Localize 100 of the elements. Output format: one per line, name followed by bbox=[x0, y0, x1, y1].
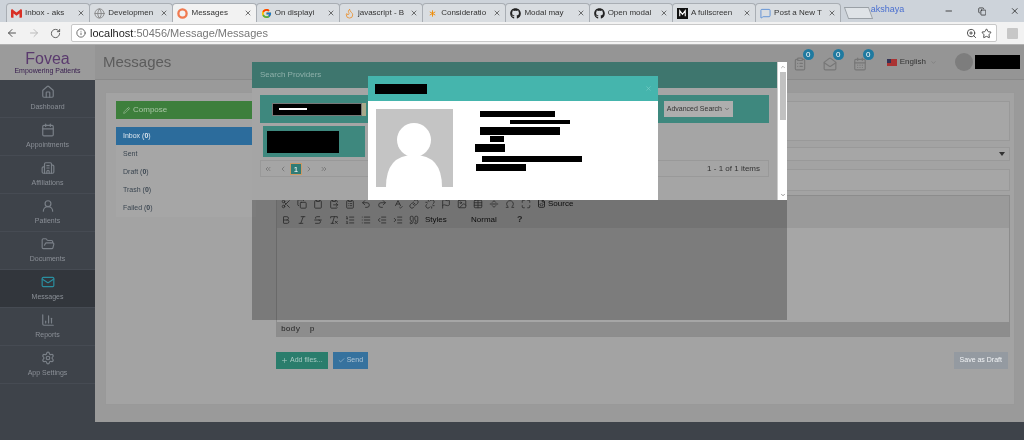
maximize-icon[interactable] bbox=[521, 198, 531, 209]
tab-title: Messages bbox=[191, 7, 228, 19]
undo-icon[interactable] bbox=[361, 198, 371, 209]
search-field[interactable] bbox=[272, 102, 362, 116]
copy-icon[interactable] bbox=[297, 198, 307, 209]
star-icon[interactable] bbox=[981, 27, 992, 39]
browser-tab[interactable]: Open modal bbox=[588, 3, 673, 22]
favicon-icon bbox=[676, 7, 688, 19]
horizontal-line-icon[interactable] bbox=[489, 198, 499, 209]
redo-icon[interactable] bbox=[377, 198, 387, 209]
close-icon[interactable] bbox=[243, 9, 252, 17]
scroll-down-icon[interactable] bbox=[779, 192, 786, 198]
browser-tab[interactable]: Post a New T bbox=[755, 3, 841, 22]
close-icon[interactable] bbox=[1010, 6, 1020, 16]
zoom-icon[interactable] bbox=[966, 27, 977, 39]
address-field[interactable]: localhost:50456/Message/Messages bbox=[71, 24, 997, 42]
link-icon[interactable] bbox=[409, 198, 419, 209]
count-badge: 0 bbox=[832, 49, 844, 60]
tab-title: Post a New T bbox=[774, 7, 822, 19]
bold-icon[interactable] bbox=[281, 214, 291, 225]
tab-title: Open modal bbox=[607, 7, 652, 19]
count-badge: 0 bbox=[862, 49, 874, 60]
favicon-icon bbox=[260, 7, 272, 19]
numbered-list-icon[interactable] bbox=[345, 214, 355, 225]
table-icon[interactable] bbox=[473, 198, 483, 209]
strikethrough-icon[interactable] bbox=[313, 214, 323, 225]
logo-name: Fovea bbox=[25, 50, 70, 67]
source-button[interactable]: Source bbox=[537, 197, 574, 210]
redaction-bar bbox=[510, 120, 570, 124]
browser-tab[interactable]: javascript - B bbox=[338, 3, 424, 22]
redaction-bar bbox=[475, 144, 505, 152]
calendar-icon bbox=[40, 122, 55, 137]
help-button[interactable]: ? bbox=[517, 212, 523, 227]
browser-tab[interactable]: On displayi bbox=[255, 3, 340, 22]
patients-icon bbox=[40, 198, 55, 213]
profile-name[interactable]: akshaya bbox=[870, 2, 905, 16]
restore-icon[interactable] bbox=[977, 7, 987, 16]
language-select[interactable]: English bbox=[899, 56, 926, 68]
tab-title: Modal may bbox=[524, 7, 564, 19]
image-icon[interactable] bbox=[457, 198, 467, 209]
spellcheck-icon[interactable] bbox=[393, 198, 403, 209]
italic-icon[interactable] bbox=[297, 214, 307, 225]
close-icon[interactable] bbox=[77, 9, 86, 17]
favicon-icon bbox=[760, 7, 772, 19]
redaction-bar bbox=[476, 164, 526, 171]
clear-format-icon[interactable] bbox=[329, 214, 339, 225]
favicon-icon bbox=[343, 7, 355, 19]
close-icon[interactable] bbox=[828, 9, 836, 17]
mail-icon bbox=[40, 274, 55, 289]
home-icon bbox=[40, 84, 55, 99]
tab-title: A fullscreen bbox=[690, 7, 733, 19]
favicon-icon bbox=[11, 7, 22, 19]
url-host: localhost bbox=[90, 25, 134, 41]
gear-icon bbox=[40, 350, 55, 365]
reload-icon[interactable] bbox=[50, 27, 61, 39]
close-icon[interactable] bbox=[160, 9, 169, 17]
favicon-icon bbox=[177, 7, 189, 19]
close-icon[interactable] bbox=[659, 9, 668, 17]
close-icon[interactable] bbox=[493, 9, 502, 17]
close-icon[interactable] bbox=[410, 9, 419, 17]
page-button[interactable]: 1 bbox=[290, 162, 302, 175]
browser-tab[interactable]: Consideratio bbox=[422, 3, 507, 22]
element-path: body p bbox=[281, 323, 315, 335]
flag-icon[interactable] bbox=[441, 198, 451, 209]
chart-icon bbox=[40, 312, 55, 327]
paste-word-icon[interactable] bbox=[345, 198, 355, 209]
calendar-icon bbox=[852, 57, 867, 71]
indent-icon[interactable] bbox=[393, 214, 403, 225]
tab-title: Consideratio bbox=[441, 7, 487, 19]
modal-title: Search Providers bbox=[260, 69, 322, 81]
close-icon[interactable] bbox=[576, 9, 585, 17]
favicon-icon bbox=[593, 7, 605, 19]
styles-select[interactable]: Styles bbox=[425, 213, 465, 226]
back-icon[interactable] bbox=[6, 27, 18, 39]
cut-icon[interactable] bbox=[281, 198, 291, 209]
favicon-icon bbox=[510, 7, 522, 19]
browser-tab[interactable]: A fullscreen bbox=[671, 3, 757, 22]
url-path: :50456/Message/Messages bbox=[133, 25, 268, 41]
browser-tab[interactable]: Messages bbox=[172, 3, 257, 22]
provider-result-card[interactable] bbox=[263, 126, 365, 157]
building-icon bbox=[40, 160, 55, 175]
outdent-icon[interactable] bbox=[377, 214, 387, 225]
info-icon bbox=[76, 28, 86, 38]
new-tab-button[interactable] bbox=[843, 7, 873, 19]
pager-summary: 1 - 1 of 1 items bbox=[707, 162, 760, 175]
format-select[interactable]: Normal bbox=[471, 213, 511, 226]
browser-tab[interactable]: Developmen bbox=[89, 3, 174, 22]
browser-tab[interactable]: Modal may bbox=[505, 3, 590, 22]
browser-tab[interactable]: Inbox - aks bbox=[6, 3, 91, 22]
paste-text-icon[interactable] bbox=[329, 198, 339, 209]
tab-title: javascript - B bbox=[357, 7, 405, 19]
unlink-icon[interactable] bbox=[425, 198, 435, 209]
flag-icon bbox=[886, 58, 897, 66]
close-icon[interactable] bbox=[326, 9, 335, 17]
page-title: Messages bbox=[103, 51, 172, 72]
omega-icon[interactable] bbox=[505, 198, 515, 209]
caret-icon bbox=[724, 106, 730, 112]
scrollbar[interactable] bbox=[777, 62, 787, 200]
quote-icon[interactable] bbox=[409, 214, 419, 225]
close-icon[interactable] bbox=[743, 9, 752, 17]
